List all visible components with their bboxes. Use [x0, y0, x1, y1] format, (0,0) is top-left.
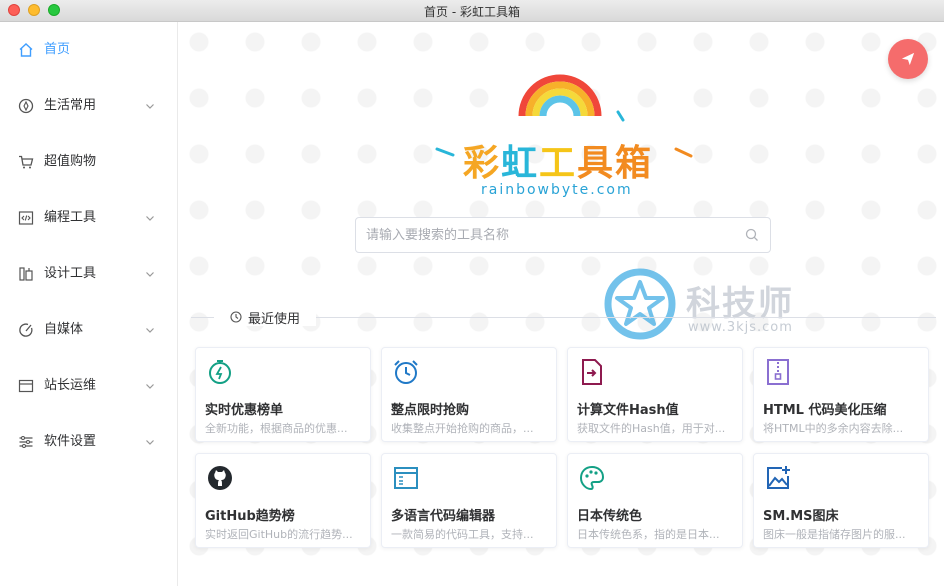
- sidebar-item-media[interactable]: 自媒体: [0, 312, 178, 348]
- card-title: GitHub趋势榜: [205, 509, 295, 524]
- watermark: 科技师 www.3kjs.com: [604, 268, 814, 344]
- sidebar-item-label: 软件设置: [44, 434, 97, 449]
- card-title: HTML 代码美化压缩: [763, 403, 887, 418]
- home-icon: [19, 43, 33, 57]
- sidebar-item-home[interactable]: 首页: [0, 32, 178, 68]
- main-content: 彩虹工具箱 rainbowbyte.com 科技师 www.3kjs.com 最…: [179, 22, 944, 586]
- file-import-icon: [582, 359, 602, 385]
- zip-file-icon: [767, 359, 789, 385]
- chevron-down-icon[interactable]: [145, 269, 155, 279]
- rainbow-icon: [518, 74, 602, 117]
- card-desc: 全新功能，根据商品的优惠...: [205, 422, 348, 435]
- logo-title: 彩虹工具箱: [463, 143, 654, 184]
- watermark-url: www.3kjs.com: [688, 320, 793, 335]
- feedback-button[interactable]: [888, 39, 928, 79]
- tool-card-smms-image-host[interactable]: SM.MS图床 图床一般是指储存图片的服...: [753, 453, 929, 548]
- tool-card-file-hash[interactable]: 计算文件Hash值 获取文件的Hash值，用于对...: [567, 347, 743, 442]
- code-window-icon: [394, 467, 418, 489]
- paper-plane-icon: [901, 52, 915, 66]
- sidebar-item-webmaster[interactable]: 站长运维: [0, 368, 178, 404]
- card-title: 计算文件Hash值: [577, 403, 679, 418]
- media-icon: [19, 323, 33, 337]
- chevron-down-icon[interactable]: [145, 325, 155, 335]
- sidebar-item-shopping[interactable]: 超值购物: [0, 144, 178, 180]
- tool-card-html-beautify[interactable]: HTML 代码美化压缩 将HTML中的多余内容去除...: [753, 347, 929, 442]
- sidebar-item-settings[interactable]: 软件设置: [0, 424, 178, 460]
- sidebar-item-life[interactable]: 生活常用: [0, 88, 178, 124]
- window-title: 首页 - 彩虹工具箱: [424, 5, 520, 19]
- design-icon: [19, 267, 33, 281]
- star-logo-icon: [604, 268, 676, 340]
- stopwatch-icon: [209, 360, 231, 384]
- tool-card-flash-sale[interactable]: 整点限时抢购 收集整点开始抢购的商品，...: [381, 347, 557, 442]
- sidebar-item-label: 自媒体: [44, 322, 84, 337]
- sidebar: 首页 生活常用 超值购物 编程工具 设计工具 自媒体 站长运维 软件设置: [0, 22, 178, 586]
- decor-dash-icon: [674, 147, 693, 158]
- chevron-down-icon[interactable]: [145, 381, 155, 391]
- decor-dash-icon: [616, 110, 625, 122]
- sidebar-item-label: 首页: [44, 42, 71, 57]
- sidebar-item-label: 设计工具: [44, 266, 97, 281]
- tool-card-deals[interactable]: 实时优惠榜单 全新功能，根据商品的优惠...: [195, 347, 371, 442]
- card-desc: 实时返回GitHub的流行趋势...: [205, 528, 353, 541]
- decor-dash-icon: [435, 147, 455, 157]
- card-title: 日本传统色: [577, 509, 643, 524]
- sidebar-item-design[interactable]: 设计工具: [0, 256, 178, 292]
- image-add-icon: [767, 466, 790, 489]
- cart-icon: [19, 155, 34, 169]
- logo-domain: rainbowbyte.com: [481, 182, 633, 198]
- tool-card-code-editor[interactable]: 多语言代码编辑器 一款简易的代码工具，支持...: [381, 453, 557, 548]
- clock-icon: [230, 311, 242, 323]
- alarm-clock-icon: [394, 360, 418, 384]
- search-box: [355, 217, 771, 253]
- card-title: 多语言代码编辑器: [391, 509, 496, 524]
- window-icon: [18, 379, 34, 393]
- card-title: 整点限时抢购: [391, 403, 470, 418]
- card-title: 实时优惠榜单: [205, 403, 284, 418]
- tool-card-japanese-colors[interactable]: 日本传统色 日本传统色系，指的是日本...: [567, 453, 743, 548]
- sidebar-item-label: 生活常用: [44, 98, 97, 113]
- card-desc: 将HTML中的多余内容去除...: [763, 422, 904, 435]
- chevron-down-icon[interactable]: [145, 213, 155, 223]
- app-logo: 彩虹工具箱 rainbowbyte.com: [427, 74, 697, 202]
- chevron-down-icon[interactable]: [145, 101, 155, 111]
- window-titlebar: 首页 - 彩虹工具箱: [0, 0, 944, 22]
- compass-icon: [18, 98, 34, 114]
- card-desc: 图床一般是指储存图片的服...: [763, 528, 906, 541]
- chevron-down-icon[interactable]: [145, 437, 155, 447]
- search-input[interactable]: [366, 218, 736, 252]
- card-desc: 一款简易的代码工具，支持...: [391, 528, 534, 541]
- card-title: SM.MS图床: [763, 509, 839, 524]
- search-icon[interactable]: [745, 228, 759, 242]
- sidebar-item-label: 超值购物: [44, 154, 97, 169]
- card-desc: 获取文件的Hash值，用于对...: [577, 422, 726, 435]
- sidebar-item-label: 编程工具: [44, 210, 97, 225]
- sliders-icon: [19, 436, 33, 448]
- card-desc: 收集整点开始抢购的商品，...: [391, 422, 534, 435]
- github-icon: [208, 466, 232, 490]
- sidebar-item-programming[interactable]: 编程工具: [0, 200, 178, 236]
- tool-card-github-trending[interactable]: GitHub趋势榜 实时返回GitHub的流行趋势...: [195, 453, 371, 548]
- card-desc: 日本传统色系，指的是日本...: [577, 528, 720, 541]
- recent-label: 最近使用: [248, 311, 301, 327]
- code-icon: [18, 211, 34, 225]
- recent-header: 最近使用: [214, 308, 317, 327]
- palette-icon: [579, 465, 605, 491]
- sidebar-item-label: 站长运维: [44, 378, 97, 393]
